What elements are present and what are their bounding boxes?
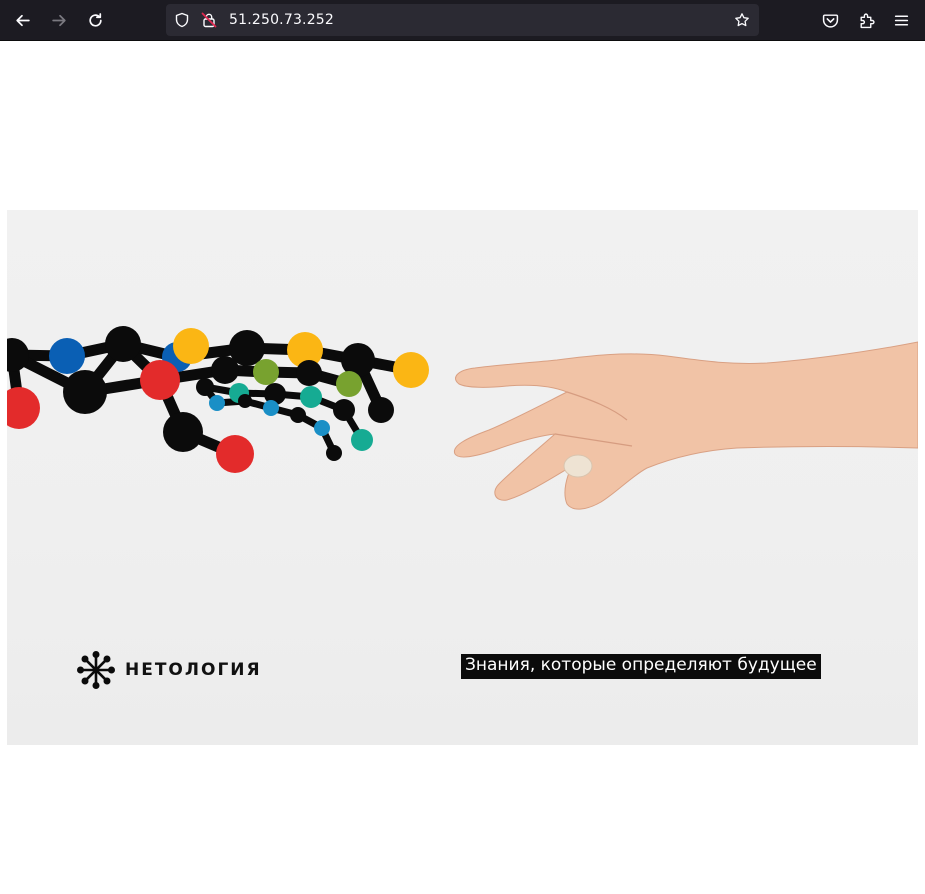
reload-button[interactable]	[81, 6, 109, 34]
extensions-button[interactable]	[852, 6, 880, 34]
menu-button[interactable]	[887, 6, 915, 34]
back-button[interactable]	[8, 6, 36, 34]
url-text[interactable]: 51.250.73.252	[229, 12, 334, 28]
back-arrow-icon	[15, 14, 30, 26]
logo-text: НЕТОЛОГИЯ	[125, 660, 262, 680]
bookmark-star-icon[interactable]	[734, 12, 750, 28]
extensions-icon	[859, 13, 875, 28]
shield-icon[interactable]	[174, 12, 190, 28]
tagline: Знания, которые определяют будущее	[461, 654, 821, 679]
hand-illustration	[453, 341, 918, 510]
address-bar[interactable]: 51.250.73.252	[166, 4, 759, 36]
reload-icon	[88, 12, 102, 27]
promo-banner: НЕТОЛОГИЯ Знания, которые определяют буд…	[7, 210, 918, 745]
asterisk-logo-icon	[77, 651, 115, 689]
pocket-icon	[822, 13, 838, 28]
menu-icon	[894, 14, 908, 26]
page-content: НЕТОЛОГИЯ Знания, которые определяют буд…	[0, 41, 925, 894]
browser-toolbar: 51.250.73.252	[0, 0, 925, 41]
molecule-illustration	[7, 326, 429, 473]
forward-button[interactable]	[45, 6, 73, 34]
pocket-button[interactable]	[816, 6, 844, 34]
insecure-lock-icon[interactable]	[201, 12, 217, 28]
forward-arrow-icon	[51, 14, 66, 26]
netology-logo[interactable]: НЕТОЛОГИЯ	[77, 651, 262, 689]
